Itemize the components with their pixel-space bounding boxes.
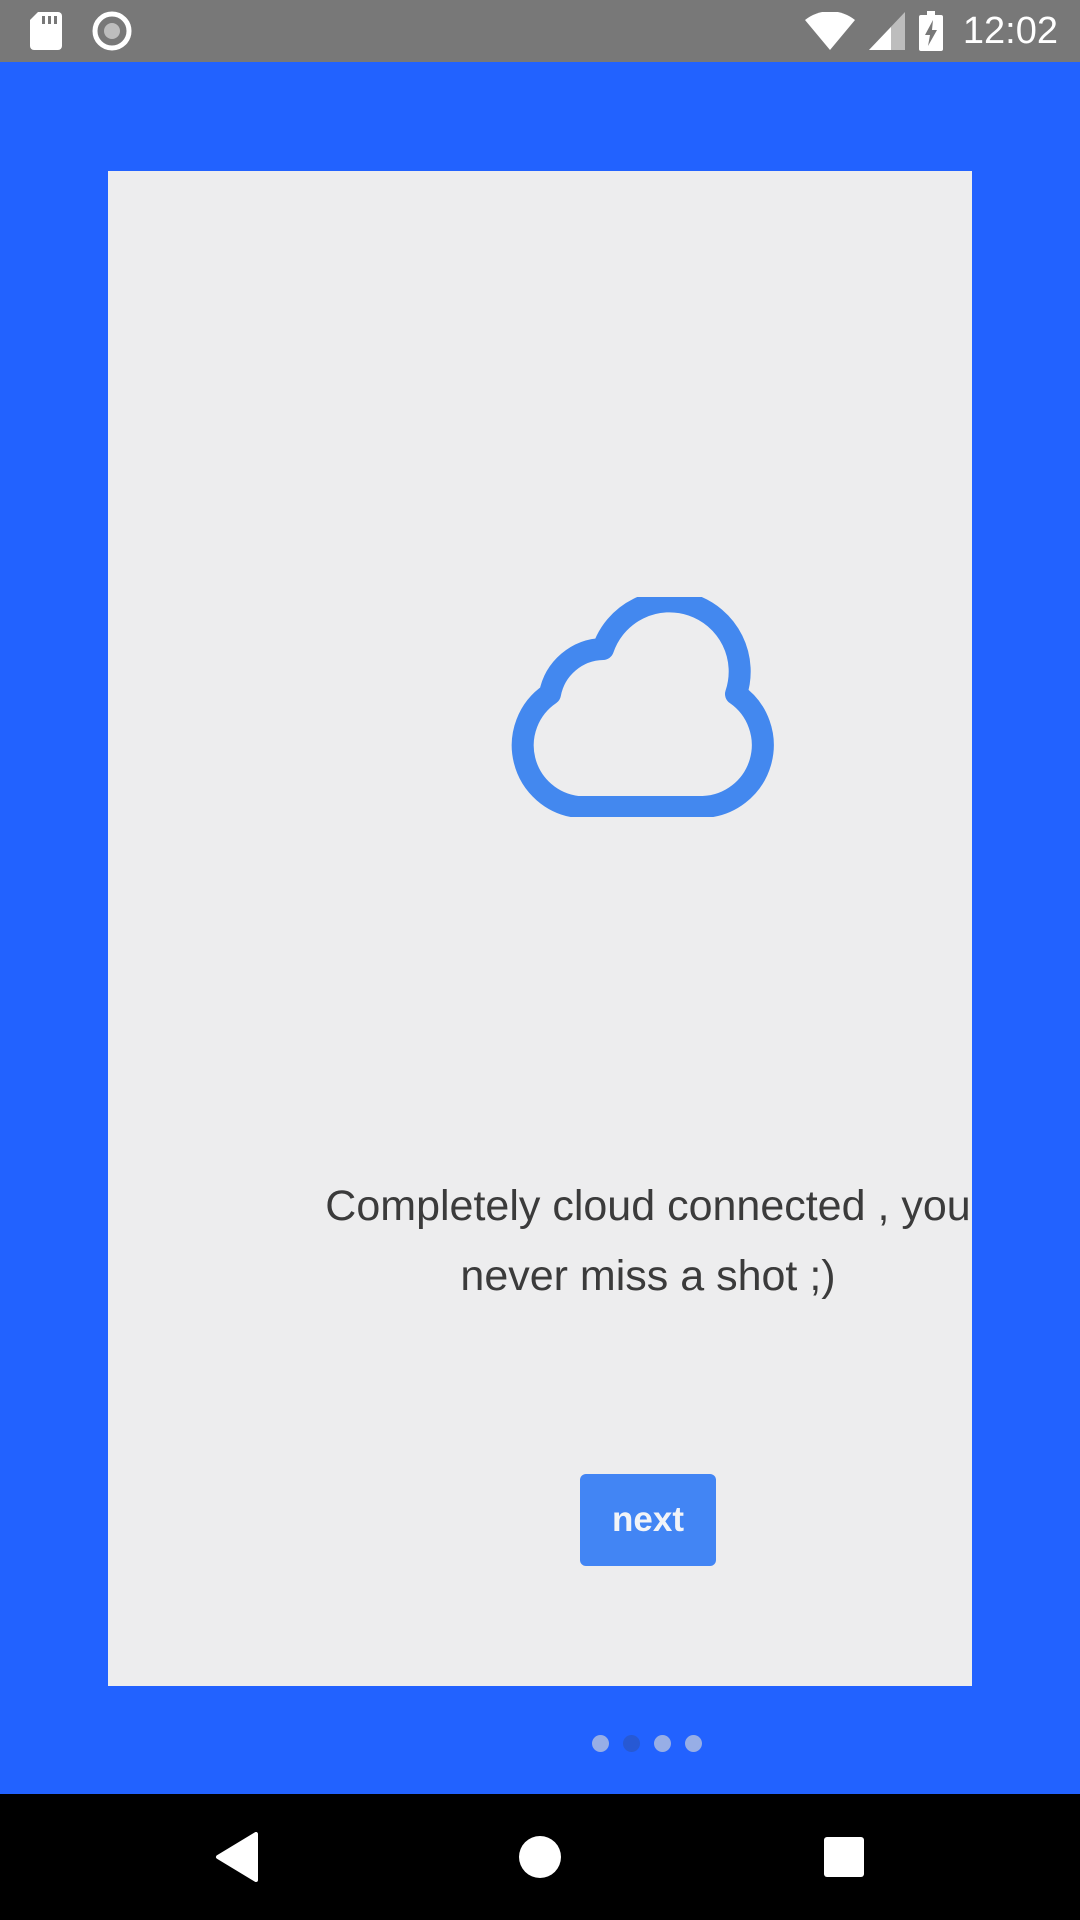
status-bar: 12:02 <box>0 0 1080 62</box>
recents-icon <box>824 1837 864 1877</box>
status-right-icons: 12:02 <box>804 0 1058 62</box>
next-button[interactable]: next <box>580 1474 716 1566</box>
wifi-icon <box>804 12 855 50</box>
sd-card-icon <box>30 12 62 50</box>
page-dot-2-active[interactable] <box>623 1735 640 1752</box>
cell-signal-icon <box>868 12 905 50</box>
record-icon <box>92 11 132 51</box>
page-indicator <box>592 1735 702 1752</box>
status-time: 12:02 <box>962 9 1058 52</box>
onboarding-card: Completely cloud connected , you never m… <box>108 171 972 1752</box>
onboarding-message: Completely cloud connected , you never m… <box>325 1182 971 1300</box>
home-button[interactable] <box>505 1822 575 1892</box>
recents-button[interactable] <box>809 1822 879 1892</box>
back-icon <box>216 1832 258 1882</box>
back-button[interactable] <box>202 1822 272 1892</box>
cloud-icon <box>511 597 774 817</box>
navigation-bar <box>0 1794 1080 1920</box>
page-dot-4[interactable] <box>685 1735 702 1752</box>
battery-charging-icon <box>918 11 943 51</box>
onboarding-screen: 12:02 Completely cloud connected , you n… <box>0 0 1080 1920</box>
page-dot-1[interactable] <box>592 1735 609 1752</box>
home-icon <box>519 1836 561 1878</box>
status-left-icons <box>30 11 132 51</box>
page-dot-3[interactable] <box>654 1735 671 1752</box>
